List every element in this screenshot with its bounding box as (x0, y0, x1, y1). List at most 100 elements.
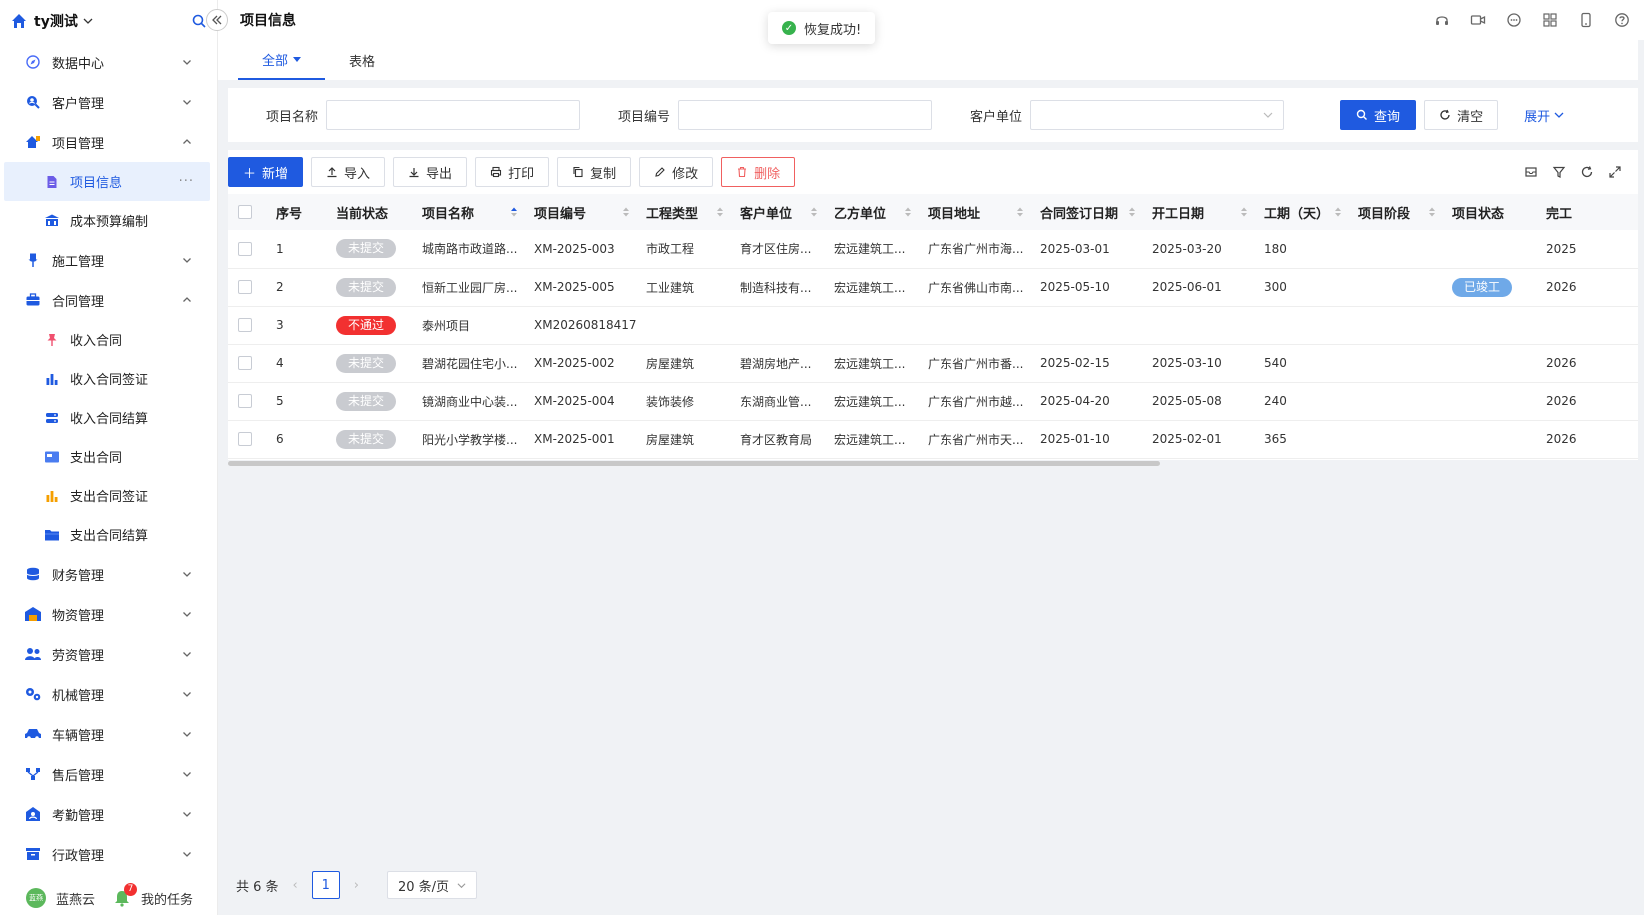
sidebar-subitem-4-2[interactable]: 收入合同结算 (0, 398, 217, 437)
sidebar-group-9[interactable]: 车辆管理 (0, 714, 217, 754)
column-header[interactable]: 当前状态 (326, 194, 412, 230)
row-checkbox[interactable] (238, 432, 252, 447)
my-tasks-label[interactable]: 我的任务 (141, 889, 193, 908)
column-header[interactable]: 项目状态 (1442, 194, 1536, 230)
sidebar-group-5[interactable]: 财务管理 (0, 554, 217, 594)
home-icon[interactable] (10, 12, 28, 30)
customer-select[interactable] (1030, 100, 1285, 130)
expand-filter-link[interactable]: 展开 (1524, 106, 1564, 125)
print-button[interactable]: 打印 (475, 157, 550, 187)
sidebar-group-7[interactable]: 劳资管理 (0, 634, 217, 674)
sort-icon[interactable] (1334, 206, 1342, 218)
sort-icon[interactable] (1240, 206, 1248, 218)
copy-button[interactable]: 复制 (557, 157, 632, 187)
help-icon[interactable] (1614, 12, 1630, 28)
table-row[interactable]: 6 未提交 阳光小学教学楼... XM-2025-001 房屋建筑 育才区教育局 宏远建筑工… (228, 420, 1638, 459)
more-options-button[interactable]: ··· (179, 174, 194, 189)
sidebar-group-8[interactable]: 机械管理 (0, 674, 217, 714)
sort-icon[interactable] (622, 206, 630, 218)
refresh-icon[interactable] (1580, 165, 1594, 179)
edit-button[interactable]: 修改 (639, 157, 714, 187)
column-header[interactable]: 乙方单位 (824, 194, 918, 230)
column-header[interactable]: 项目编号 (524, 194, 636, 230)
filter-icon[interactable] (1552, 165, 1566, 179)
sidebar-subitem-2-1[interactable]: 成本预算编制 (0, 201, 217, 240)
export-button[interactable]: 导出 (393, 157, 468, 187)
project-name-input[interactable] (326, 100, 581, 130)
query-button[interactable]: 查询 (1340, 100, 1417, 130)
row-checkbox[interactable] (238, 356, 252, 371)
horizontal-scrollbar[interactable] (228, 460, 1160, 466)
sort-icon[interactable] (810, 206, 818, 218)
sidebar-group-3[interactable]: 施工管理 (0, 240, 217, 280)
row-checkbox[interactable] (238, 242, 252, 256)
chat-icon[interactable] (1506, 12, 1522, 28)
column-header[interactable]: 序号 (266, 194, 326, 230)
column-header[interactable]: 工程类型 (636, 194, 730, 230)
prev-page-button[interactable]: ‹ (293, 878, 298, 893)
tasks-bell[interactable]: 7 (113, 883, 138, 907)
sidebar-subitem-4-1[interactable]: 收入合同签证 (0, 359, 217, 398)
page-1-button[interactable]: 1 (311, 871, 340, 899)
search-icon[interactable] (191, 13, 207, 29)
import-button[interactable]: 导入 (311, 157, 386, 187)
column-header[interactable]: 开工日期 (1142, 194, 1254, 230)
sidebar-subitem-2-0[interactable]: 项目信息 ··· (4, 162, 210, 201)
sidebar-group-10[interactable]: 售后管理 (0, 754, 217, 794)
table-row[interactable]: 5 未提交 镜湖商业中心装... XM-2025-004 装饰装修 东湖商业管... 宏远建… (228, 382, 1638, 421)
sidebar-group-4[interactable]: 合同管理 (0, 280, 217, 320)
sidebar-group-6[interactable]: 物资管理 (0, 594, 217, 634)
video-icon[interactable] (1470, 12, 1486, 28)
column-header[interactable]: 完工 (1536, 194, 1638, 230)
fullscreen-icon[interactable] (1608, 165, 1622, 179)
row-checkbox[interactable] (238, 318, 252, 333)
sidebar-subitem-4-0[interactable]: 收入合同 (0, 320, 217, 359)
sort-icon[interactable] (904, 206, 912, 218)
avatar[interactable]: 蓝燕 (26, 888, 46, 908)
page-size-select[interactable]: 20 条/页 (386, 871, 478, 899)
column-header[interactable]: 工期（天） (1254, 194, 1348, 230)
inbox-icon[interactable] (1524, 165, 1538, 179)
tab-table[interactable]: 表格 (325, 40, 399, 80)
table-row[interactable]: 4 未提交 碧湖花园住宅小... XM-2025-002 房屋建筑 碧湖房地产... 宏远建… (228, 344, 1638, 383)
sort-icon[interactable] (716, 206, 724, 218)
clear-button[interactable]: 清空 (1424, 100, 1499, 130)
sort-icon[interactable] (1128, 206, 1136, 218)
sort-icon[interactable] (510, 206, 518, 218)
sidebar-group-2[interactable]: 项目管理 (0, 122, 217, 162)
sidebar-group-12[interactable]: 行政管理 (0, 834, 217, 874)
table-row[interactable]: 1 未提交 城南路市政道路... XM-2025-003 市政工程 育才区住房... 宏远建… (228, 230, 1638, 269)
add-button[interactable]: ＋ 新增 (228, 157, 304, 187)
mobile-icon[interactable] (1578, 12, 1594, 28)
column-header[interactable]: 项目地址 (918, 194, 1030, 230)
sidebar-subitem-4-3[interactable]: 支出合同 (0, 437, 217, 476)
apps-grid-icon[interactable] (1542, 12, 1558, 28)
sidebar-group-label: 项目管理 (52, 136, 105, 152)
sidebar-subitem-4-5[interactable]: 支出合同结算 (0, 515, 217, 554)
sidebar-group-11[interactable]: 考勤管理 (0, 794, 217, 834)
select-all-checkbox[interactable] (238, 205, 252, 219)
chevron-down-icon[interactable] (83, 16, 93, 26)
project-code-input[interactable] (678, 100, 933, 130)
collapse-sidebar-button[interactable] (206, 9, 228, 31)
cell-stage (1348, 268, 1442, 307)
sort-icon[interactable] (1428, 206, 1436, 218)
row-checkbox[interactable] (238, 280, 252, 295)
column-header[interactable]: 项目阶段 (1348, 194, 1442, 230)
user-name[interactable]: 蓝燕云 (56, 889, 95, 908)
column-header[interactable]: 客户单位 (730, 194, 824, 230)
sidebar-subitem-4-4[interactable]: 支出合同签证 (0, 476, 217, 515)
sidebar-group-0[interactable]: 数据中心 (0, 42, 217, 82)
headset-icon[interactable] (1434, 12, 1450, 28)
workspace-name[interactable]: ty测试 (34, 11, 78, 31)
row-checkbox[interactable] (238, 394, 252, 409)
delete-button[interactable]: 删除 (721, 157, 796, 187)
next-page-button[interactable]: › (354, 878, 359, 893)
column-header[interactable]: 合同签订日期 (1030, 194, 1142, 230)
column-header[interactable]: 项目名称 (412, 194, 524, 230)
table-row[interactable]: 3 不通过 泰州项目 XM202608184173 (228, 306, 1638, 345)
sidebar-group-1[interactable]: 客户管理 (0, 82, 217, 122)
sort-icon[interactable] (1016, 206, 1024, 218)
table-row[interactable]: 2 未提交 恒新工业园厂房... XM-2025-005 工业建筑 制造科技有... 宏远建… (228, 268, 1638, 307)
tab-all[interactable]: 全部 (238, 40, 326, 80)
